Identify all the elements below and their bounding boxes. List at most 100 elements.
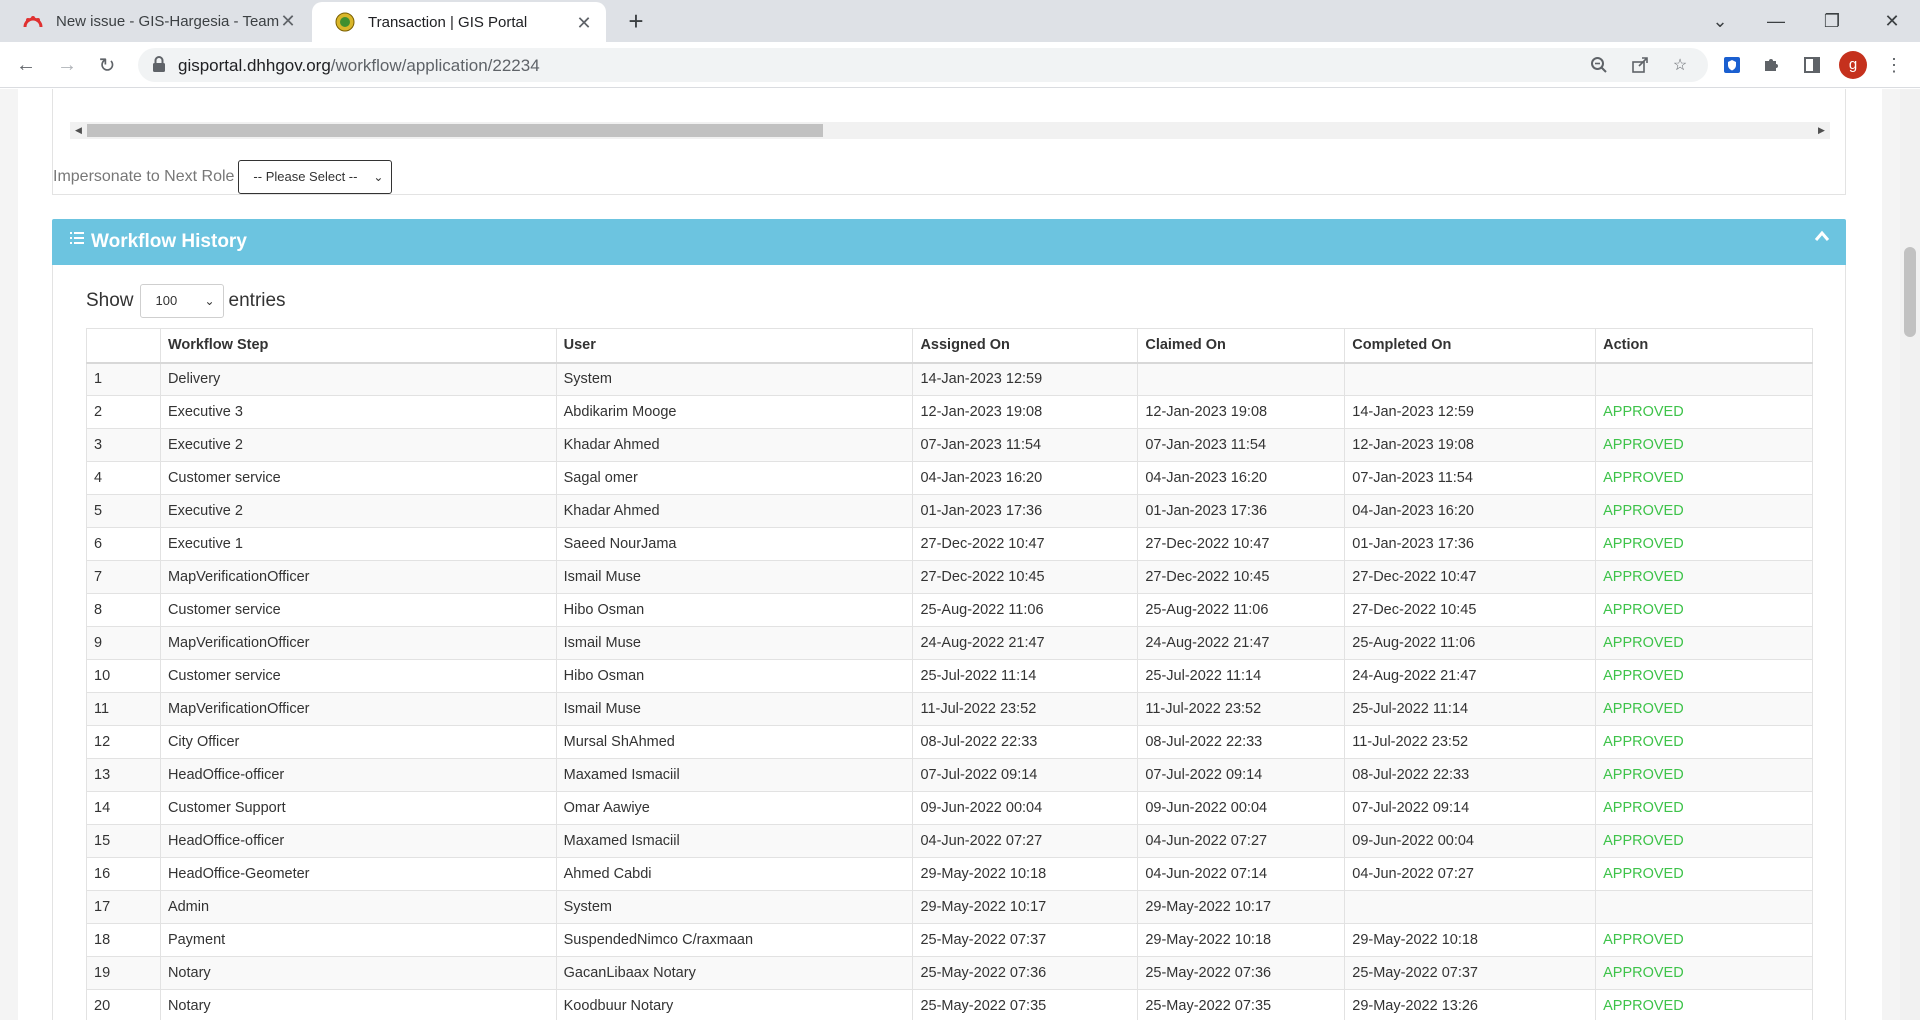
cell-completed-on: 29-May-2022 13:26	[1344, 989, 1597, 1020]
cell-completed-on: 27-Dec-2022 10:47	[1344, 560, 1597, 594]
cell-user: Saeed NourJama	[555, 527, 914, 561]
cell-assigned-on: 27-Dec-2022 10:45	[912, 560, 1139, 594]
cell-assigned-on: 24-Aug-2022 21:47	[912, 626, 1139, 660]
table-row: 12 City Officer Mursal ShAhmed 08-Jul-2022 …	[86, 725, 1813, 759]
cell-claimed-on: 27-Dec-2022 10:47	[1137, 527, 1346, 561]
extension-shield-icon[interactable]	[1719, 52, 1745, 78]
zoom-icon[interactable]	[1588, 54, 1610, 76]
cell-claimed-on: 27-Dec-2022 10:45	[1137, 560, 1346, 594]
forward-icon[interactable]: →	[53, 51, 81, 79]
cell-row-number: 16	[86, 857, 161, 891]
cell-row-number: 6	[86, 527, 161, 561]
cell-user: Ismail Muse	[555, 560, 914, 594]
bookmark-star-icon[interactable]: ☆	[1669, 54, 1691, 76]
cell-action: APPROVED	[1595, 956, 1813, 990]
impersonate-label: Impersonate to Next Role	[53, 168, 235, 185]
cell-user: SuspendedNimco C/raxmaan	[555, 923, 914, 957]
column-header-user[interactable]: User	[555, 328, 914, 364]
entries-select[interactable]: 100 ⌄	[139, 284, 224, 318]
back-icon[interactable]: ←	[12, 51, 40, 79]
side-panel-icon[interactable]	[1799, 52, 1825, 78]
table-row: 2 Executive 3 Abdikarim Mooge 12-Jan-2023 1…	[86, 395, 1813, 429]
chevron-up-icon[interactable]	[1814, 229, 1830, 247]
table-body: 1 Delivery System 14-Jan-2023 12:59 2 Executi…	[86, 362, 1813, 1020]
minimize-icon[interactable]: —	[1748, 0, 1804, 42]
cell-assigned-on: 25-May-2022 07:35	[912, 989, 1139, 1020]
lock-icon[interactable]	[152, 56, 166, 78]
cell-action: APPROVED	[1595, 626, 1813, 660]
cell-completed-on: 01-Jan-2023 17:36	[1344, 527, 1597, 561]
browser-tab-gis-portal[interactable]: Transaction | GIS Portal ✕	[312, 2, 606, 42]
list-icon	[70, 231, 84, 250]
cell-assigned-on: 07-Jan-2023 11:54	[912, 428, 1139, 462]
column-header-action[interactable]: Action	[1595, 328, 1813, 364]
horizontal-scrollbar[interactable]: ◀ ▶	[70, 122, 1830, 139]
cell-user: Mursal ShAhmed	[555, 725, 914, 759]
browser-tab-new-issue[interactable]: New issue - GIS-Hargesia - Team ✕	[0, 0, 310, 42]
vertical-scroll-thumb[interactable]	[1904, 247, 1916, 337]
column-header-workflow-step[interactable]: Workflow Step	[159, 328, 557, 364]
cell-assigned-on: 07-Jul-2022 09:14	[912, 758, 1139, 792]
browser-tab-strip: New issue - GIS-Hargesia - Team ✕ Transa…	[0, 0, 1920, 42]
share-icon[interactable]	[1629, 54, 1651, 76]
cell-action	[1595, 890, 1813, 924]
cell-user: Sagal omer	[555, 461, 914, 495]
new-tab-icon[interactable]: +	[622, 8, 650, 36]
cell-assigned-on: 25-May-2022 07:36	[912, 956, 1139, 990]
cell-claimed-on: 09-Jun-2022 00:04	[1137, 791, 1346, 825]
table-row: 20 Notary Koodbuur Notary 25-May-2022 07:35…	[86, 989, 1813, 1020]
cell-completed-on: 04-Jan-2023 16:20	[1344, 494, 1597, 528]
impersonate-role-select[interactable]: -- Please Select -- ⌄	[238, 160, 393, 194]
cell-row-number: 11	[86, 692, 161, 726]
cell-assigned-on: 11-Jul-2022 23:52	[912, 692, 1139, 726]
cell-claimed-on: 08-Jul-2022 22:33	[1137, 725, 1346, 759]
cell-user: GacanLibaax Notary	[555, 956, 914, 990]
horizontal-scroll-thumb[interactable]	[87, 124, 823, 137]
cell-action: APPROVED	[1595, 494, 1813, 528]
table-row: 9 MapVerificationOfficer Ismail Muse 24-Aug…	[86, 626, 1813, 660]
tab-search-icon[interactable]: ⌄	[1692, 0, 1748, 42]
cell-row-number: 4	[86, 461, 161, 495]
close-tab-icon[interactable]: ✕	[278, 11, 298, 31]
impersonate-selected-value: -- Please Select --	[253, 169, 358, 184]
column-header-claimed-on[interactable]: Claimed On	[1137, 328, 1346, 364]
restore-icon[interactable]: ❐	[1804, 0, 1860, 42]
profile-avatar[interactable]: g	[1839, 51, 1867, 79]
vertical-scrollbar[interactable]	[1900, 89, 1920, 1020]
tab-title: Transaction | GIS Portal	[368, 13, 528, 31]
cell-assigned-on: 08-Jul-2022 22:33	[912, 725, 1139, 759]
cell-row-number: 18	[86, 923, 161, 957]
cell-claimed-on: 25-May-2022 07:35	[1137, 989, 1346, 1020]
reload-icon[interactable]: ↻	[93, 51, 121, 79]
cell-assigned-on: 14-Jan-2023 12:59	[912, 362, 1139, 396]
close-tab-icon[interactable]: ✕	[574, 13, 594, 33]
table-row: 3 Executive 2 Khadar Ahmed 07-Jan-2023 11:5…	[86, 428, 1813, 462]
cell-claimed-on: 25-May-2022 07:36	[1137, 956, 1346, 990]
workflow-history-header[interactable]: Workflow History	[52, 219, 1846, 265]
scroll-right-icon[interactable]: ▶	[1813, 122, 1830, 139]
scroll-left-icon[interactable]: ◀	[70, 122, 87, 139]
cell-row-number: 17	[86, 890, 161, 924]
cell-action: APPROVED	[1595, 593, 1813, 627]
column-header-completed-on[interactable]: Completed On	[1344, 328, 1597, 364]
cell-claimed-on: 29-May-2022 10:18	[1137, 923, 1346, 957]
url-text[interactable]: gisportal.dhhgov.org/workflow/applicatio…	[178, 56, 540, 76]
address-bar[interactable]: gisportal.dhhgov.org/workflow/applicatio…	[138, 48, 1708, 82]
cell-user: Maxamed Ismaciil	[555, 824, 914, 858]
cell-workflow-step: Payment	[159, 923, 557, 957]
workflow-history-body: Show 100 ⌄ entries Workflow Step User Assi…	[52, 265, 1846, 1020]
cell-completed-on: 09-Jun-2022 00:04	[1344, 824, 1597, 858]
column-header-assigned-on[interactable]: Assigned On	[912, 328, 1139, 364]
cell-assigned-on: 25-May-2022 07:37	[912, 923, 1139, 957]
url-path: /workflow/application/22234	[330, 56, 540, 75]
menu-kebab-icon[interactable]: ⋮	[1881, 52, 1907, 78]
cell-claimed-on: 25-Jul-2022 11:14	[1137, 659, 1346, 693]
cell-user: Abdikarim Mooge	[555, 395, 914, 429]
cell-workflow-step: Executive 1	[159, 527, 557, 561]
cell-row-number: 20	[86, 989, 161, 1020]
cell-action: APPROVED	[1595, 560, 1813, 594]
extensions-puzzle-icon[interactable]	[1758, 52, 1784, 78]
cell-workflow-step: Customer service	[159, 461, 557, 495]
close-window-icon[interactable]: ✕	[1864, 0, 1920, 42]
cell-row-number: 5	[86, 494, 161, 528]
